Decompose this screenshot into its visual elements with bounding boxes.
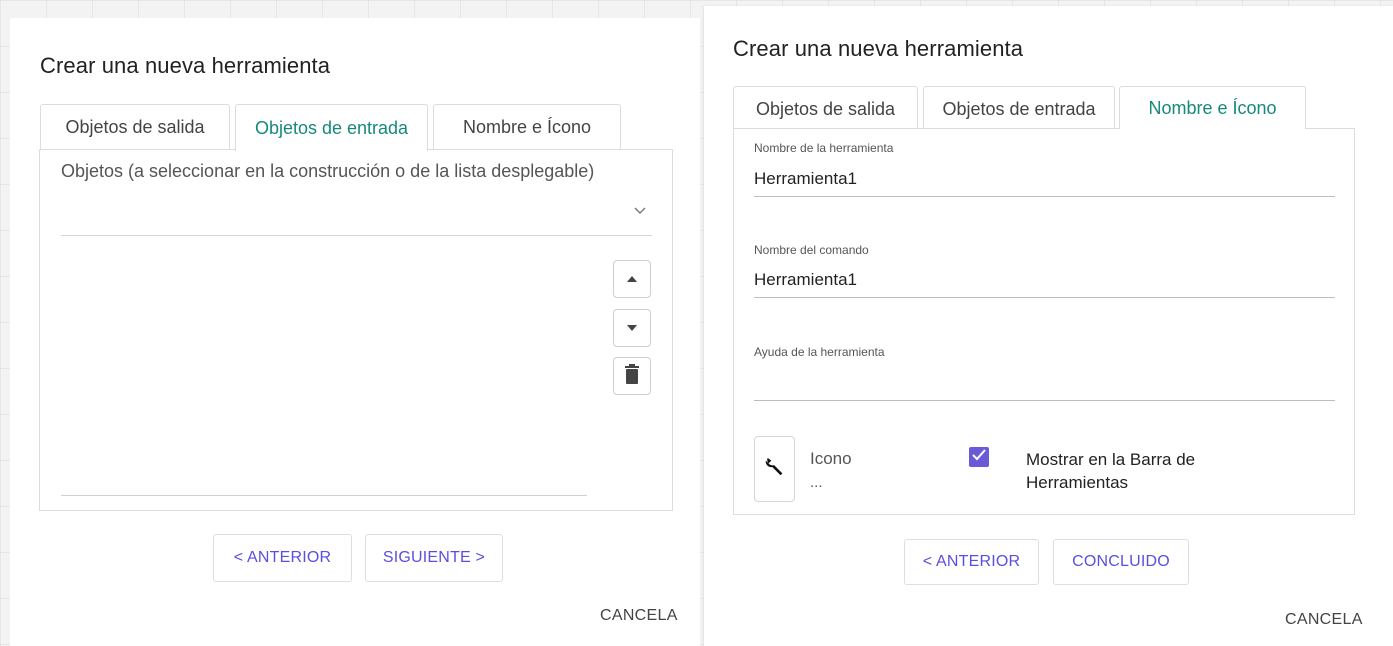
previous-button[interactable]: < ANTERIOR bbox=[904, 539, 1039, 585]
icon-picker-button[interactable] bbox=[754, 436, 795, 502]
objects-dropdown[interactable] bbox=[61, 190, 652, 236]
icon-label: Icono bbox=[810, 449, 852, 468]
tab-input-objects[interactable]: Objetos de entrada bbox=[235, 104, 428, 151]
create-tool-dialog-step-input: Crear una nueva herramienta Objetos de s… bbox=[10, 18, 700, 646]
show-in-toolbar-checkbox[interactable] bbox=[969, 447, 989, 467]
command-name-field[interactable]: Herramienta1 bbox=[754, 268, 1335, 298]
trash-icon bbox=[624, 363, 640, 389]
wrench-icon bbox=[764, 456, 786, 483]
move-up-icon bbox=[626, 270, 638, 288]
chevron-down-icon bbox=[634, 202, 646, 220]
finish-button[interactable]: CONCLUIDO bbox=[1053, 539, 1189, 585]
tab-label: Objetos de salida bbox=[65, 117, 205, 137]
dialog-title: Crear una nueva herramienta bbox=[733, 36, 1024, 61]
tab-label: Objetos de salida bbox=[755, 99, 896, 119]
tab-output-objects[interactable]: Objetos de salida bbox=[40, 104, 230, 150]
move-down-icon bbox=[626, 319, 638, 337]
icon-filename: ... bbox=[810, 474, 823, 491]
dialog-title: Crear una nueva herramienta bbox=[40, 53, 331, 78]
delete-button[interactable] bbox=[613, 357, 651, 395]
check-icon bbox=[972, 448, 986, 466]
tool-name-field[interactable]: Herramienta1 bbox=[754, 167, 1335, 197]
tool-help-label: Ayuda de la herramienta bbox=[754, 345, 885, 359]
tab-name-and-icon[interactable]: Nombre e Ícono bbox=[1119, 86, 1306, 129]
objects-label: Objetos (a seleccionar en la construcció… bbox=[61, 161, 595, 181]
cancel-button[interactable]: CANCELA bbox=[1285, 611, 1363, 629]
tool-name-label: Nombre de la herramienta bbox=[754, 141, 894, 155]
tab-input-objects[interactable]: Objetos de entrada bbox=[923, 86, 1115, 132]
input-objects-panel: Objetos (a seleccionar en la construcció… bbox=[39, 149, 673, 511]
command-name-label: Nombre del comando bbox=[754, 243, 869, 257]
name-and-icon-panel: Nombre de la herramienta Herramienta1 No… bbox=[733, 128, 1355, 515]
cancel-button[interactable]: CANCELA bbox=[600, 607, 678, 625]
tab-label: Nombre e Ícono bbox=[1148, 97, 1277, 118]
create-tool-dialog-step-name: Crear una nueva herramienta Objetos de s… bbox=[704, 6, 1393, 646]
move-up-button[interactable] bbox=[613, 260, 651, 298]
selected-objects-list[interactable] bbox=[61, 250, 587, 496]
tab-label: Objetos de entrada bbox=[942, 99, 1096, 119]
tab-name-and-icon[interactable]: Nombre e Ícono bbox=[433, 104, 621, 150]
previous-button[interactable]: < ANTERIOR bbox=[213, 534, 352, 582]
show-in-toolbar-label: Mostrar en la Barra de Herramientas bbox=[1026, 450, 1196, 492]
tab-label: Objetos de entrada bbox=[254, 117, 409, 138]
next-button[interactable]: SIGUIENTE > bbox=[365, 534, 503, 582]
tab-output-objects[interactable]: Objetos de salida bbox=[733, 86, 918, 132]
move-down-button[interactable] bbox=[613, 309, 651, 347]
tool-help-field[interactable] bbox=[754, 371, 1335, 401]
tab-label: Nombre e Ícono bbox=[462, 117, 592, 137]
